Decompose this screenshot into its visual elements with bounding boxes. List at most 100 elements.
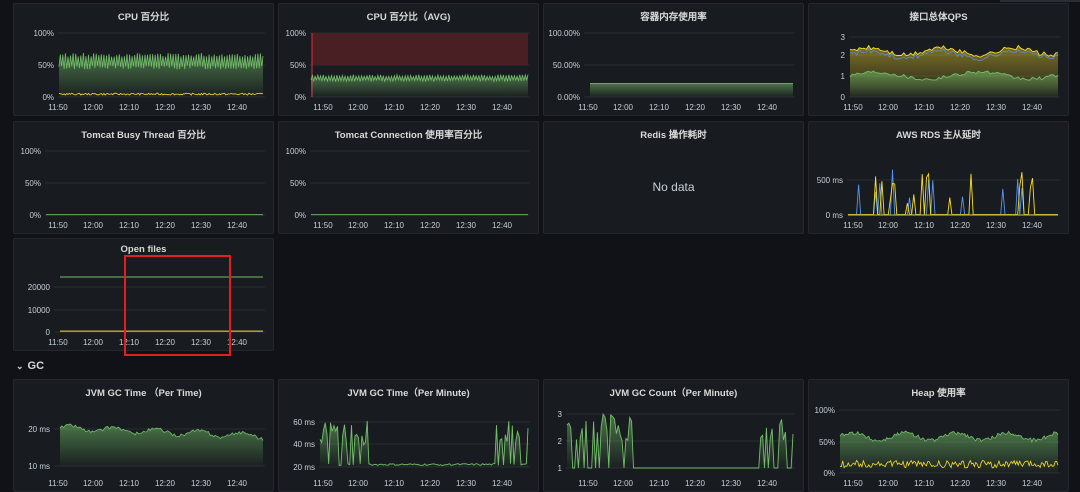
x-tick-label: 12:20 [155,479,176,488]
y-tick-label: 2 [841,51,846,60]
y-tick-label: 500 ms [817,176,843,185]
y-tick-label: 100% [21,147,41,156]
chart-svg: 100% 50% 0% 11:50 12:00 12:10 12:20 12:30 12:40 [21,147,265,230]
chart-svg: 100% 50% 0% 11:50 12:00 12:10 12:20 12:30 12:40 [286,147,530,230]
x-tick-label: 11:50 [313,479,333,488]
y-tick-label: 1 [841,72,846,81]
x-tick-label: 12:10 [649,103,670,112]
y-tick-label: 50% [290,61,306,70]
x-tick-label: 12:20 [950,103,971,112]
x-tick-label: 12:40 [492,479,513,488]
x-tick-label: 12:00 [83,338,104,347]
panel-cpu-percent-avg[interactable]: CPU 百分比（AVG) 100% 50% 0% 11:50 12:00 12:10 12:… [278,3,539,116]
y-tick-label: 40 ms [293,440,315,449]
x-tick-label: 12:30 [456,103,477,112]
x-tick-label: 12:10 [119,103,140,112]
y-tick-label: 0% [294,93,306,102]
x-tick-label: 12:10 [649,479,670,488]
x-tick-label: 12:10 [119,479,140,488]
x-tick-label: 12:30 [191,221,212,230]
chart-svg: 3 2 1 11:50 12:00 12:10 12:20 12:30 12:40 [558,410,795,488]
chart-svg: 100.00% 50.00% 0.00%11:50 12:00 12:10 12:20 12… [548,29,795,112]
panel-aws-rds-replica-lag[interactable]: AWS RDS 主从延时 500 ms 0 ms 11:50 12:00 12:10 12… [808,121,1069,234]
y-tick-label: 50% [38,61,54,70]
y-tick-label: 3 [558,410,563,419]
chart-svg: 500 ms 0 ms11:50 12:00 12:10 12:20 12:30 12:40 [817,169,1060,230]
panel-tomcat-busy-thread[interactable]: Tomcat Busy Thread 百分比 100% 50% 0% 11:50 12:… [13,121,274,234]
y-tick-label: 3 [841,33,846,42]
panel-api-qps[interactable]: 接口总体QPS 3 2 1 0 11:50 12:00 12:10 12:20 12:30 12:… [808,3,1069,116]
x-tick-label: 12:10 [384,103,405,112]
x-tick-label: 12:20 [685,103,706,112]
x-tick-label: 12:30 [721,103,742,112]
x-tick-label: 12:40 [492,103,513,112]
x-tick-label: 12:20 [420,103,441,112]
y-tick-label: 100.00% [548,29,580,38]
y-tick-label: 20 ms [28,425,50,434]
x-tick-label: 11:50 [843,221,863,230]
threshold-band [312,33,528,65]
x-tick-label: 12:30 [456,221,477,230]
x-tick-label: 11:50 [48,479,68,488]
x-tick-label: 12:10 [914,103,935,112]
y-tick-label: 0 [841,93,846,102]
x-tick-label: 12:30 [191,479,212,488]
x-tick-label: 12:10 [384,479,405,488]
row-header-gc[interactable]: ⌄ GC [16,360,44,372]
chart-svg: 3 2 1 011:50 12:00 12:10 12:20 12:30 12:40 [841,33,1060,112]
y-tick-label: 100% [286,29,306,38]
y-tick-label: 0 ms [826,211,843,220]
x-tick-label: 11:50 [313,103,333,112]
x-tick-label: 12:40 [757,103,778,112]
x-tick-label: 12:30 [721,479,742,488]
series-line-area [840,430,1058,473]
y-tick-label: 60 ms [293,418,315,427]
x-tick-label: 11:50 [48,103,68,112]
chart-svg: 60 ms 40 ms 20 ms 11:50 12:00 12:10 12:20 12:30… [293,418,530,488]
x-tick-label: 11:50 [843,103,863,112]
y-tick-label: 0 [46,328,51,337]
y-tick-label: 10000 [28,306,51,315]
x-tick-label: 12:10 [914,479,935,488]
y-tick-label: 50% [290,179,306,188]
y-tick-label: 50.00% [553,61,580,70]
x-tick-label: 12:00 [348,221,369,230]
x-tick-label: 12:30 [986,221,1007,230]
no-data-message: No data [652,180,695,194]
x-tick-label: 11:50 [843,479,863,488]
y-tick-label: 0% [823,469,835,478]
x-tick-label: 12:00 [83,479,104,488]
series-line-area [590,83,793,97]
red-highlight-box [124,255,231,356]
y-tick-label: 20000 [28,283,51,292]
x-tick-label: 12:30 [986,103,1007,112]
x-tick-label: 12:10 [119,221,140,230]
y-tick-label: 100% [34,29,54,38]
x-tick-label: 11:50 [48,338,68,347]
y-tick-label: 0% [29,211,41,220]
x-tick-label: 12:20 [155,221,176,230]
panel-tomcat-connection[interactable]: Tomcat Connection 使用率百分比 100% 50% 0% 11:50 1… [278,121,539,234]
x-tick-label: 11:50 [48,221,68,230]
y-tick-label: 0.00% [557,93,580,102]
chevron-down-icon: ⌄ [16,360,24,371]
x-tick-label: 12:00 [878,221,899,230]
panel-redis-latency[interactable]: Redis 操作耗时 No data [543,121,804,234]
x-tick-label: 12:40 [492,221,513,230]
y-tick-label: 100% [286,147,306,156]
chart-svg: 100% 50% 0% 11:50 12:00 12:10 12:20 12:30 12:40 [815,406,1060,488]
panel-container-memory[interactable]: 容器内存使用率 100.00% 50.00% 0.00% 11:50 12:00 12:1… [543,3,804,116]
x-tick-label: 12:00 [348,479,369,488]
panel-jvm-gc-count-per-minute[interactable]: JVM GC Count（Per Minute) 3 2 1 11:50 12:00 12… [543,379,804,492]
y-tick-label: 1 [558,464,563,473]
x-tick-label: 12:00 [613,479,634,488]
row-title: GC [27,360,45,372]
panel-jvm-gc-time-per-minute[interactable]: JVM GC Time（Per Minute) 60 ms 40 ms 20 ms 1… [278,379,539,492]
y-tick-label: 10 ms [28,462,50,471]
x-tick-label: 12:40 [227,479,248,488]
panel-jvm-gc-time-per-time[interactable]: JVM GC Time （Per Time) 20 ms 10 ms 11:50 12… [13,379,274,492]
panel-cpu-percent[interactable]: CPU 百分比 100% 50% 0% 11:50 12:00 12:10 12:20 12:… [13,3,274,116]
panel-heap-usage[interactable]: Heap 使用率 100% 50% 0% 11:50 12:00 12:10 12:20 12… [808,379,1069,492]
panel-title: Redis 操作耗时 [640,130,707,141]
x-tick-label: 12:40 [227,221,248,230]
